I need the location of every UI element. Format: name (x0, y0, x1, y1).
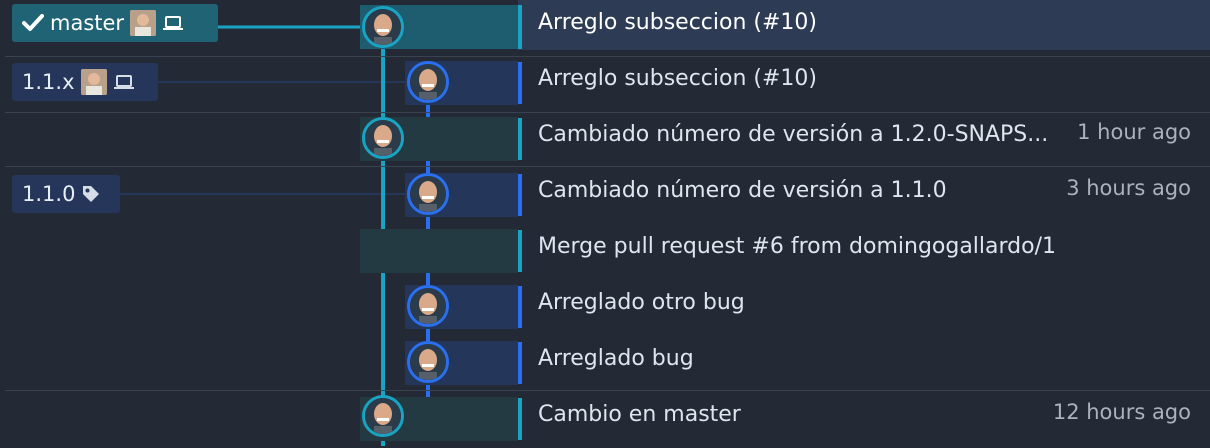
lane-marker (518, 174, 522, 216)
row-divider (5, 112, 1210, 113)
avatar (130, 10, 157, 36)
commit-avatar[interactable] (362, 6, 404, 48)
ref-label: 1.1.0 (22, 182, 76, 206)
row-divider (5, 166, 1210, 167)
commit-row[interactable]: Cambiado número de versión a 1.1.0 3 hou… (0, 166, 1210, 224)
commit-message: Arreglado bug (538, 346, 694, 371)
lane-marker (518, 62, 522, 104)
commit-message: Arreglo subseccion (#10) (538, 10, 817, 35)
lane-marker (518, 5, 522, 49)
laptop-icon (162, 15, 184, 31)
commit-time: 3 hours ago (1066, 176, 1191, 200)
commit-message: Arreglo subseccion (#10) (538, 66, 817, 91)
commit-row[interactable]: Cambio en master 12 hours ago (0, 390, 1210, 448)
commit-row[interactable]: Cambiado número de versión a 1.2.0-SNAPS… (0, 112, 1210, 168)
avatar (80, 69, 107, 95)
commit-message: Cambio en master (538, 402, 741, 427)
commit-time: 1 hour ago (1077, 120, 1191, 144)
commit-time: 12 hours ago (1052, 400, 1191, 424)
commit-row[interactable]: Arreglado otro bug (0, 280, 1210, 336)
commit-message: Merge pull request #6 from domingogallar… (538, 234, 1058, 259)
commit-avatar[interactable] (407, 173, 449, 215)
commit-avatar[interactable] (407, 341, 449, 383)
lane-marker (518, 342, 522, 384)
ref-master[interactable]: master (12, 4, 218, 42)
lane-marker (518, 118, 522, 160)
commit-avatar[interactable] (362, 117, 404, 159)
laptop-icon (113, 74, 135, 90)
commit-row[interactable]: Arreglado bug (0, 336, 1210, 392)
commit-avatar[interactable] (407, 285, 449, 327)
graph-band (360, 229, 518, 273)
commit-message: Arreglado otro bug (538, 290, 745, 315)
commit-row[interactable]: Arreglo subseccion (#10) master (0, 0, 1210, 56)
ref-branch-1-1-x[interactable]: 1.1.x (12, 63, 158, 101)
lane-marker (518, 286, 522, 328)
commit-message: Cambiado número de versión a 1.2.0-SNAPS… (538, 122, 1049, 147)
lane-marker (518, 230, 522, 272)
lane-marker (518, 398, 522, 440)
ref-tag-1-1-0[interactable]: 1.1.0 (12, 175, 120, 213)
commit-avatar[interactable] (407, 61, 449, 103)
check-icon (22, 14, 44, 32)
commit-avatar[interactable] (362, 395, 404, 437)
ref-label: 1.1.x (22, 70, 75, 94)
ref-label: master (50, 11, 125, 35)
commit-message: Cambiado número de versión a 1.1.0 (538, 178, 947, 203)
commit-row[interactable]: Arreglo subseccion (#10) 1.1.x (0, 56, 1210, 112)
commit-row[interactable]: Merge pull request #6 from domingogallar… (0, 224, 1210, 280)
tag-icon (81, 184, 101, 204)
row-divider (5, 390, 1210, 391)
row-divider (5, 56, 1210, 57)
